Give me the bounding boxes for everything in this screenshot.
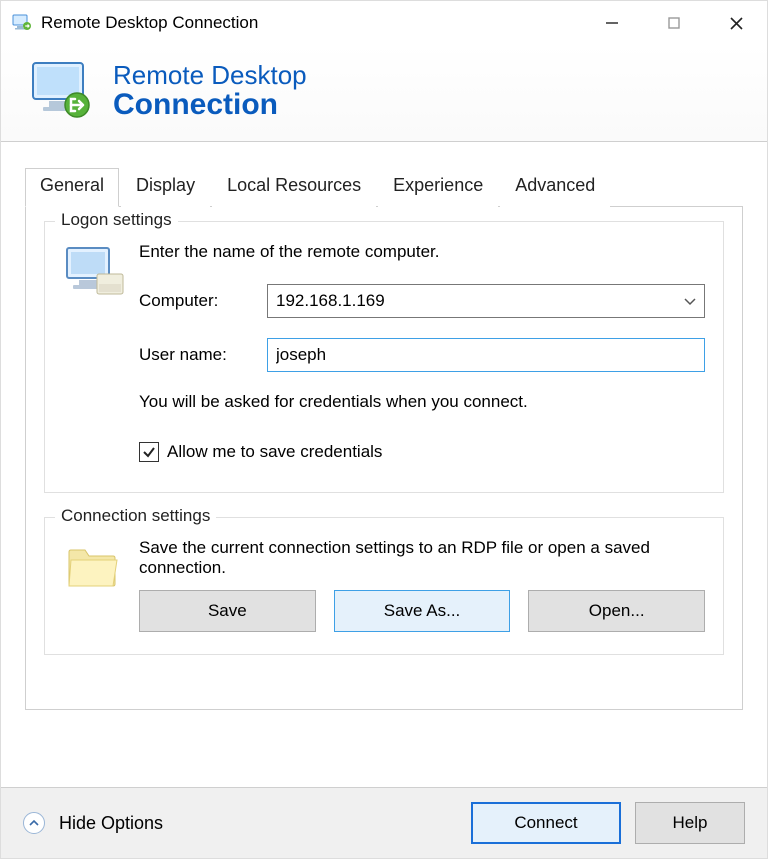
username-label: User name:: [139, 345, 267, 365]
computer-row: Computer: 192.168.1.169: [139, 284, 705, 318]
close-button[interactable]: [705, 1, 767, 45]
group-logon-label: Logon settings: [55, 210, 178, 230]
help-button-label: Help: [673, 813, 708, 833]
window-title: Remote Desktop Connection: [41, 13, 581, 33]
collapse-icon[interactable]: [23, 812, 45, 834]
tab-general[interactable]: General: [25, 168, 119, 207]
folder-icon: [59, 536, 139, 632]
computer-combobox[interactable]: 192.168.1.169: [267, 284, 705, 318]
window-controls: [581, 1, 767, 45]
save-as-button[interactable]: Save As...: [334, 590, 511, 632]
connection-buttons: Save Save As... Open...: [139, 590, 705, 632]
username-input[interactable]: [267, 338, 705, 372]
credentials-info: You will be asked for credentials when y…: [139, 392, 705, 412]
computer-icon: [59, 240, 139, 462]
open-button-label: Open...: [589, 601, 645, 621]
help-button[interactable]: Help: [635, 802, 745, 844]
tab-label: Local Resources: [227, 175, 361, 195]
tabstrip: General Display Local Resources Experien…: [25, 168, 743, 207]
titlebar: Remote Desktop Connection: [1, 1, 767, 45]
save-button[interactable]: Save: [139, 590, 316, 632]
content: General Display Local Resources Experien…: [1, 142, 767, 787]
allow-save-checkbox[interactable]: [139, 442, 159, 462]
connect-button[interactable]: Connect: [471, 802, 621, 844]
tab-display[interactable]: Display: [121, 168, 210, 207]
tab-advanced[interactable]: Advanced: [500, 168, 610, 207]
maximize-button[interactable]: [643, 1, 705, 45]
minimize-button[interactable]: [581, 1, 643, 45]
connect-button-label: Connect: [514, 813, 577, 833]
computer-value: 192.168.1.169: [276, 291, 385, 311]
app-icon: [11, 12, 33, 34]
rdp-icon: [27, 55, 99, 127]
header: Remote Desktop Connection: [1, 45, 767, 142]
open-button[interactable]: Open...: [528, 590, 705, 632]
tab-label: Display: [136, 175, 195, 195]
group-connection-label: Connection settings: [55, 506, 216, 526]
header-line1: Remote Desktop: [113, 62, 307, 89]
logon-intro: Enter the name of the remote computer.: [139, 242, 705, 262]
tab-experience[interactable]: Experience: [378, 168, 498, 207]
tab-label: Experience: [393, 175, 483, 195]
tab-label: Advanced: [515, 175, 595, 195]
allow-save-row: Allow me to save credentials: [139, 442, 705, 462]
username-row: User name:: [139, 338, 705, 372]
connection-intro: Save the current connection settings to …: [139, 538, 705, 578]
window: Remote Desktop Connection: [0, 0, 768, 859]
computer-label: Computer:: [139, 291, 267, 311]
tab-label: General: [40, 175, 104, 195]
group-connection: Connection settings Save the current con…: [44, 517, 724, 655]
chevron-down-icon: [684, 291, 696, 311]
header-text: Remote Desktop Connection: [113, 62, 307, 121]
options-toggle-label[interactable]: Hide Options: [59, 813, 457, 834]
allow-save-label: Allow me to save credentials: [167, 442, 382, 462]
tab-local-resources[interactable]: Local Resources: [212, 168, 376, 207]
save-button-label: Save: [208, 601, 247, 621]
save-as-button-label: Save As...: [384, 601, 461, 621]
bottombar: Hide Options Connect Help: [1, 787, 767, 858]
tab-panel-general: Logon settings Enter the name: [25, 206, 743, 710]
header-line2: Connection: [113, 89, 307, 121]
group-logon: Logon settings Enter the name: [44, 221, 724, 493]
